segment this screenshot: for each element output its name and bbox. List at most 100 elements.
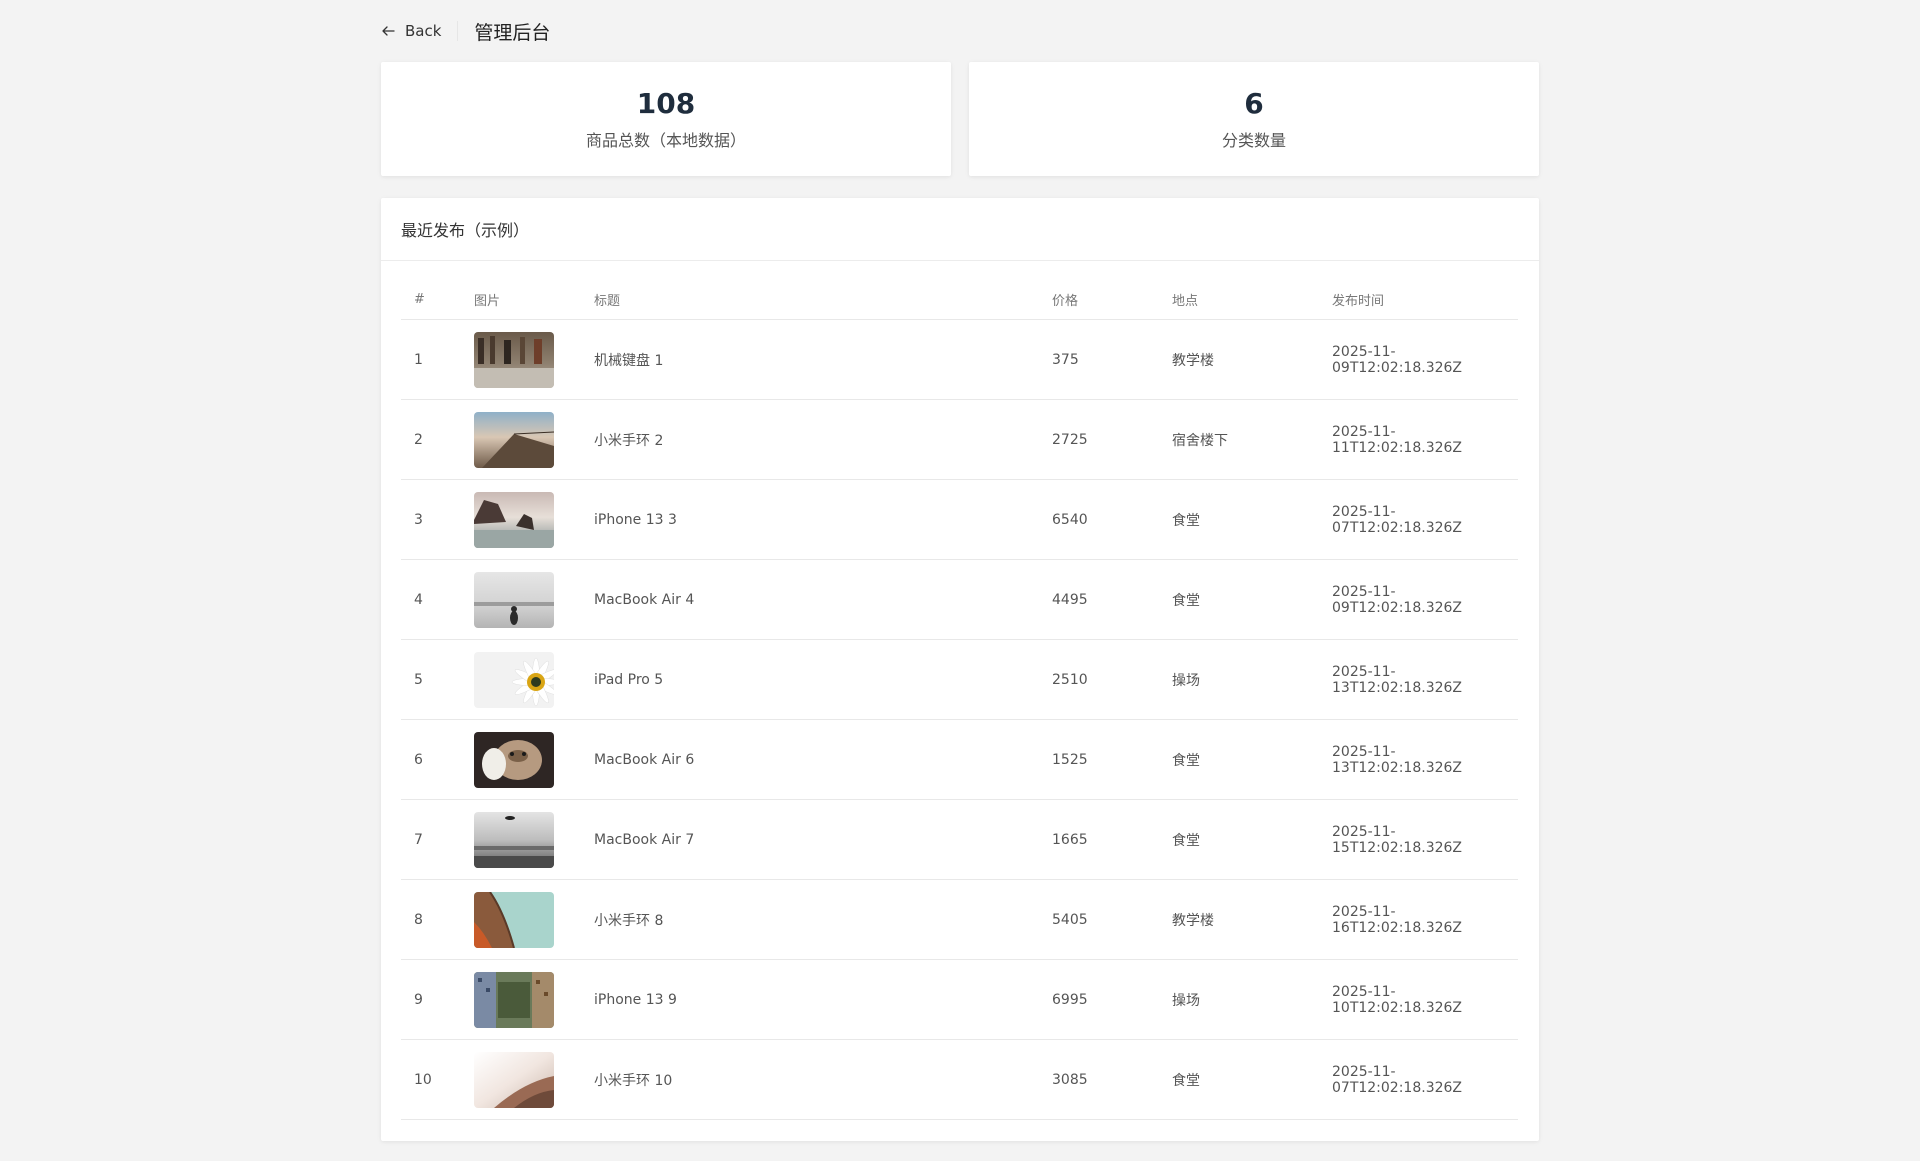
product-thumbnail[interactable] <box>474 491 554 548</box>
back-label: Back <box>405 22 442 40</box>
column-header-index: # <box>401 279 461 320</box>
cell-image <box>461 1039 581 1120</box>
cell-location: 食堂 <box>1159 1039 1319 1120</box>
cell-index: 4 <box>401 559 461 640</box>
cell-location: 操场 <box>1159 639 1319 720</box>
cell-image <box>461 559 581 640</box>
arrow-left-icon <box>382 26 395 36</box>
cell-index: 8 <box>401 879 461 960</box>
product-thumbnail[interactable] <box>474 331 554 388</box>
cell-title: MacBook Air 6 <box>581 719 1039 800</box>
cell-price: 6540 <box>1039 479 1159 560</box>
cell-image <box>461 319 581 400</box>
cell-title: 小米手环 8 <box>581 879 1039 960</box>
cell-time: 2025-11-16T12:02:18.326Z <box>1319 879 1518 960</box>
product-thumbnail[interactable] <box>474 1051 554 1108</box>
table-row[interactable]: 8 小米手环 8 5405 教学楼 2025-11-16T12:02:18.32… <box>401 879 1518 960</box>
cell-index: 6 <box>401 719 461 800</box>
cell-time: 2025-11-10T12:02:18.326Z <box>1319 959 1518 1040</box>
cell-index: 7 <box>401 799 461 880</box>
stat-card-total: 108 商品总数（本地数据） <box>381 62 951 176</box>
cell-index: 9 <box>401 959 461 1040</box>
card-title: 最近发布（示例） <box>381 198 1539 261</box>
back-button[interactable]: Back <box>381 21 459 41</box>
page-title: 管理后台 <box>474 21 551 44</box>
column-header-price: 价格 <box>1039 279 1159 320</box>
table-row[interactable]: 2 小米手环 2 2725 宿舍楼下 2025-11-11T12:02:18.3… <box>401 399 1518 480</box>
table-row[interactable]: 1 机械键盘 1 375 教学楼 2025-11-09T12:02:18.326… <box>401 319 1518 400</box>
table-row[interactable]: 6 MacBook Air 6 1525 食堂 2025-11-13T12:02… <box>401 719 1518 800</box>
table-row[interactable]: 7 MacBook Air 7 1665 食堂 2025-11-15T12:02… <box>401 799 1518 880</box>
recent-posts-card: 最近发布（示例） # 图片 标题 价格 地点 发布时间 1 机械键盘 1 375… <box>381 198 1539 1141</box>
column-header-location: 地点 <box>1159 279 1319 320</box>
cell-location: 食堂 <box>1159 559 1319 640</box>
cell-location: 食堂 <box>1159 479 1319 560</box>
cell-title: iPad Pro 5 <box>581 639 1039 720</box>
product-thumbnail[interactable] <box>474 571 554 628</box>
stat-value: 108 <box>636 87 696 120</box>
cell-price: 375 <box>1039 319 1159 400</box>
page-header: Back 管理后台 <box>381 0 1539 62</box>
cell-price: 1665 <box>1039 799 1159 880</box>
cell-title: 小米手环 2 <box>581 399 1039 480</box>
table-row[interactable]: 4 MacBook Air 4 4495 食堂 2025-11-09T12:02… <box>401 559 1518 640</box>
cell-location: 教学楼 <box>1159 319 1319 400</box>
cell-title: iPhone 13 3 <box>581 479 1039 560</box>
cell-title: MacBook Air 7 <box>581 799 1039 880</box>
cell-price: 6995 <box>1039 959 1159 1040</box>
cell-title: 小米手环 10 <box>581 1039 1039 1120</box>
cell-index: 3 <box>401 479 461 560</box>
cell-time: 2025-11-11T12:02:18.326Z <box>1319 399 1518 480</box>
cell-title: iPhone 13 9 <box>581 959 1039 1040</box>
table-row[interactable]: 3 iPhone 13 3 6540 食堂 2025-11-07T12:02:1… <box>401 479 1518 560</box>
product-thumbnail[interactable] <box>474 411 554 468</box>
table-header-row: # 图片 标题 价格 地点 发布时间 <box>401 279 1518 320</box>
cell-time: 2025-11-13T12:02:18.326Z <box>1319 639 1518 720</box>
cell-location: 宿舍楼下 <box>1159 399 1319 480</box>
cell-time: 2025-11-09T12:02:18.326Z <box>1319 559 1518 640</box>
product-thumbnail[interactable] <box>474 731 554 788</box>
admin-page: Back 管理后台 108 商品总数（本地数据） 6 分类数量 最近发布（示例） <box>381 0 1539 1141</box>
cell-price: 5405 <box>1039 879 1159 960</box>
column-header-image: 图片 <box>461 279 581 320</box>
recent-posts-table: # 图片 标题 价格 地点 发布时间 1 机械键盘 1 375 教学楼 2025… <box>401 279 1518 1120</box>
cell-time: 2025-11-07T12:02:18.326Z <box>1319 1039 1518 1120</box>
cell-title: MacBook Air 4 <box>581 559 1039 640</box>
product-thumbnail[interactable] <box>474 971 554 1028</box>
cell-price: 1525 <box>1039 719 1159 800</box>
cell-index: 1 <box>401 319 461 400</box>
cell-time: 2025-11-13T12:02:18.326Z <box>1319 719 1518 800</box>
product-thumbnail[interactable] <box>474 651 554 708</box>
cell-price: 4495 <box>1039 559 1159 640</box>
cell-location: 操场 <box>1159 959 1319 1040</box>
cell-index: 5 <box>401 639 461 720</box>
cell-image <box>461 879 581 960</box>
table-row[interactable]: 5 iPad Pro 5 2510 操场 2025-11-13T12:02:18… <box>401 639 1518 720</box>
product-thumbnail[interactable] <box>474 891 554 948</box>
column-header-time: 发布时间 <box>1319 279 1518 320</box>
cell-title: 机械键盘 1 <box>581 319 1039 400</box>
cell-price: 3085 <box>1039 1039 1159 1120</box>
stats-row: 108 商品总数（本地数据） 6 分类数量 <box>381 62 1539 176</box>
table-row[interactable]: 9 iPhone 13 9 6995 操场 2025-11-10T12:02:1… <box>401 959 1518 1040</box>
cell-image <box>461 799 581 880</box>
stat-card-categories: 6 分类数量 <box>969 62 1539 176</box>
cell-image <box>461 639 581 720</box>
cell-image <box>461 959 581 1040</box>
cell-image <box>461 479 581 560</box>
table-row[interactable]: 10 小米手环 10 3085 食堂 2025-11-07T12:02:18.3… <box>401 1039 1518 1120</box>
cell-index: 10 <box>401 1039 461 1120</box>
cell-location: 食堂 <box>1159 799 1319 880</box>
product-thumbnail[interactable] <box>474 811 554 868</box>
stat-label: 分类数量 <box>1221 131 1286 150</box>
cell-location: 教学楼 <box>1159 879 1319 960</box>
cell-time: 2025-11-09T12:02:18.326Z <box>1319 319 1518 400</box>
cell-index: 2 <box>401 399 461 480</box>
stat-value: 6 <box>1244 87 1264 120</box>
cell-time: 2025-11-07T12:02:18.326Z <box>1319 479 1518 560</box>
cell-image <box>461 399 581 480</box>
cell-location: 食堂 <box>1159 719 1319 800</box>
cell-time: 2025-11-15T12:02:18.326Z <box>1319 799 1518 880</box>
cell-image <box>461 719 581 800</box>
cell-price: 2510 <box>1039 639 1159 720</box>
